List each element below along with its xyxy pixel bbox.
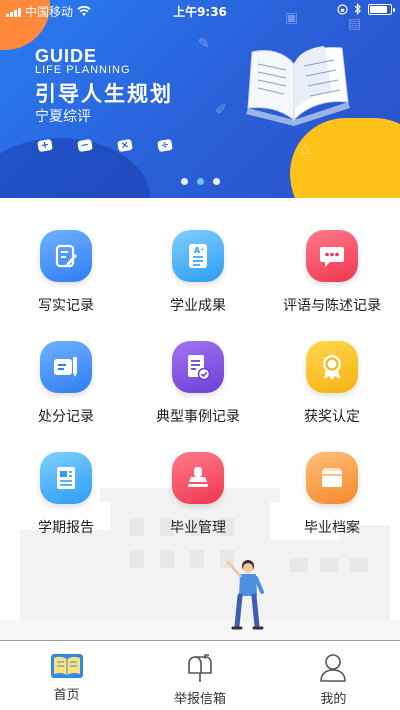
battery-icon bbox=[368, 3, 395, 15]
tab-label: 举报信箱 bbox=[173, 692, 226, 707]
menu-item-academic[interactable]: A⁺ 学业成果 bbox=[132, 230, 264, 315]
menu-item-label: 获奖认定 bbox=[304, 409, 360, 425]
menu-item-record[interactable]: 写实记录 bbox=[0, 230, 132, 315]
carousel-indicator bbox=[0, 178, 400, 185]
menu-item-discipline[interactable]: 处分记录 bbox=[0, 341, 132, 426]
lock-rotation-icon bbox=[337, 3, 348, 15]
bottom-tab-bar: 首页 举报信箱 我的 bbox=[0, 640, 400, 710]
times-icon: × bbox=[117, 138, 133, 153]
carousel-dot[interactable] bbox=[212, 178, 220, 185]
pen-card-icon bbox=[40, 341, 92, 393]
tab-label: 首页 bbox=[53, 688, 80, 703]
banner-subtitle-en: LIFE PLANNING bbox=[35, 64, 131, 76]
chat-bubble-icon bbox=[306, 230, 358, 282]
archive-folder-icon bbox=[306, 452, 358, 504]
tab-home[interactable]: 首页 bbox=[0, 641, 133, 710]
status-bar: 中国移动 上午9:36 bbox=[0, 0, 400, 20]
menu-item-semester-report[interactable]: 学期报告 bbox=[0, 452, 132, 537]
svg-text:A⁺: A⁺ bbox=[194, 246, 204, 255]
menu-item-label: 毕业档案 bbox=[304, 520, 360, 536]
ruler-icon: ✎ bbox=[198, 36, 210, 52]
menu-item-awards[interactable]: 获奖认定 bbox=[264, 341, 400, 426]
battery-fill bbox=[370, 5, 387, 13]
banner-org: 宁夏综评 bbox=[35, 109, 91, 125]
note-edit-icon bbox=[40, 230, 92, 282]
report-icon bbox=[40, 452, 92, 504]
tab-label: 我的 bbox=[320, 692, 347, 707]
book-icon bbox=[50, 654, 83, 678]
tab-mine[interactable]: 我的 bbox=[267, 641, 400, 710]
menu-item-label: 处分记录 bbox=[38, 409, 94, 425]
grade-document-icon: A⁺ bbox=[172, 230, 224, 282]
menu-item-label: 写实记录 bbox=[38, 298, 94, 314]
checklist-icon bbox=[172, 341, 224, 393]
menu-item-graduation-archive[interactable]: 毕业档案 bbox=[264, 452, 400, 537]
pencil-icon: ✐ bbox=[215, 102, 227, 118]
award-medal-icon bbox=[306, 341, 358, 393]
tab-report-mailbox[interactable]: 举报信箱 bbox=[133, 641, 266, 710]
function-grid: 写实记录 A⁺ 学业成果 评语与陈述记录 处分记录 典型事例记录 获奖认定 学期… bbox=[0, 230, 400, 537]
minus-icon: − bbox=[77, 138, 93, 153]
carousel-dot[interactable] bbox=[180, 178, 188, 185]
student-illustration bbox=[226, 560, 264, 630]
user-icon bbox=[320, 654, 347, 682]
menu-item-cases[interactable]: 典型事例记录 bbox=[132, 341, 264, 426]
stamp-icon bbox=[172, 452, 224, 504]
menu-item-graduation-management[interactable]: 毕业管理 bbox=[132, 452, 264, 537]
menu-item-label: 典型事例记录 bbox=[156, 409, 240, 425]
mailbox-icon bbox=[188, 654, 212, 682]
bluetooth-icon bbox=[354, 3, 361, 15]
menu-item-label: 评语与陈述记录 bbox=[283, 298, 381, 314]
open-book-illustration bbox=[246, 46, 350, 126]
promo-banner[interactable]: ▣ ✎ ✐ △ ▤ GUIDE LIFE PLANNING 引导人生规划 宁夏综… bbox=[0, 0, 400, 198]
banner-title-cn: 引导人生规划 bbox=[35, 82, 173, 106]
menu-item-label: 毕业管理 bbox=[170, 520, 226, 536]
carousel-dot-active[interactable] bbox=[196, 178, 204, 185]
divide-icon: ÷ bbox=[157, 138, 173, 153]
menu-item-label: 学期报告 bbox=[38, 520, 94, 536]
operator-row: + − × ÷ bbox=[37, 138, 173, 153]
plus-icon: + bbox=[37, 138, 53, 153]
menu-item-comments[interactable]: 评语与陈述记录 bbox=[264, 230, 400, 315]
triangle-icon: △ bbox=[300, 140, 311, 156]
status-right bbox=[337, 3, 395, 15]
menu-item-label: 学业成果 bbox=[170, 298, 226, 314]
